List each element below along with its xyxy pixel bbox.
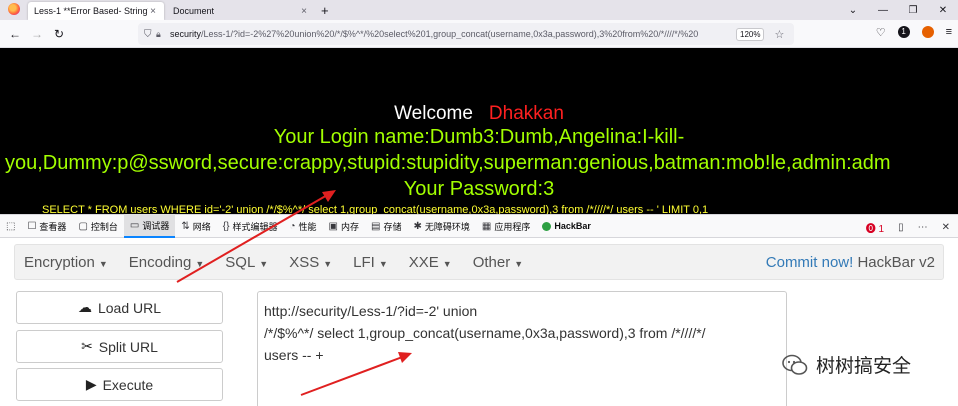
menu-icon[interactable]: ≡	[946, 26, 952, 39]
url-bar[interactable]: ⛉ 🔒︎ security/Less-1/?id=-2%27%20union%2…	[138, 23, 794, 45]
cloud-download-icon: ☁	[77, 299, 92, 315]
accessibility-icon: ✱	[413, 220, 422, 232]
hackbar-icon	[542, 221, 552, 231]
menu-xss[interactable]: XSS ▼	[280, 254, 344, 271]
execute-button[interactable]: ▶ Execute	[16, 368, 223, 401]
tab-hackbar[interactable]: HackBar	[536, 214, 597, 238]
tab-label: Document	[173, 6, 215, 16]
textarea-line: http://security/Less-1/?id=-2' union	[264, 303, 478, 319]
scissors-icon: ✂	[81, 338, 93, 354]
url-text[interactable]: security/Less-1/?id=-2%27%20union%20/*/$…	[170, 29, 730, 39]
style-editor-icon: {}	[222, 220, 230, 232]
caret-down-icon: ▼	[195, 258, 205, 269]
toolbar-icons: ♡ 1 ≡	[876, 26, 952, 39]
wechat-logo-icon	[782, 354, 808, 375]
caret-down-icon: ▼	[323, 258, 333, 269]
bookmark-star-icon[interactable]: ☆	[774, 28, 784, 41]
menu-sql[interactable]: SQL ▼	[216, 254, 280, 271]
sql-query-line: SELECT * FROM users WHERE id='-2' union …	[42, 204, 709, 214]
watermark-text: 树树搞安全	[816, 356, 912, 377]
element-picker-icon[interactable]: ⬚	[0, 214, 21, 238]
firefox-icon[interactable]	[8, 3, 20, 15]
menu-encoding[interactable]: Encoding ▼	[120, 254, 216, 271]
tab-less-1[interactable]: Less-1 **Error Based- String** ×	[28, 2, 164, 20]
tab-storage[interactable]: ▤ 存储	[365, 214, 407, 238]
extension-icon[interactable]	[921, 26, 934, 38]
error-count[interactable]: ⓿ 1	[866, 220, 884, 235]
inspector-icon: ☐	[27, 220, 37, 232]
network-icon: ⇅	[181, 220, 190, 232]
menu-encryption[interactable]: Encryption ▼	[15, 254, 120, 271]
tab-document[interactable]: Document ×	[167, 2, 315, 20]
credentials-line: you,Dummy:p@ssword,secure:crappy,stupid:…	[5, 152, 891, 174]
forward-icon[interactable]: →	[26, 27, 48, 41]
list-all-tabs-icon[interactable]: ⌄	[838, 5, 868, 16]
caret-down-icon: ▼	[98, 258, 108, 269]
login-name-line: Your Login name:Dumb3:Dumb,Angelina:I-ki…	[273, 126, 685, 148]
account-icon[interactable]: 1	[897, 26, 910, 38]
hackbar-version: HackBar v2	[857, 254, 935, 271]
shield-icon[interactable]: ⛉	[144, 29, 156, 40]
caret-down-icon: ▼	[514, 258, 524, 269]
tab-accessibility[interactable]: ✱ 无障碍环境	[407, 214, 475, 238]
tab-application[interactable]: ▦ 应用程序	[476, 214, 536, 238]
page-content: Welcome Dhakkan Your Login name:Dumb3:Dum…	[0, 48, 958, 214]
devtools-toolbar: ⬚ ☐ 查看器 ▢ 控制台 ▭ 调试器 ⇅ 网络 {} 样式编辑器 ◔ 性能 ▣ 内存 ▤ 存储…	[0, 214, 958, 238]
welcome-line: Welcome Dhakkan	[0, 103, 958, 125]
back-icon[interactable]: ←	[4, 27, 26, 41]
hackbar-panel: Encryption ▼ Encoding ▼ SQL ▼ XSS ▼ LFI ▼ XXE…	[0, 238, 958, 406]
pocket-icon[interactable]: ♡	[876, 26, 886, 39]
load-url-button[interactable]: ☁ Load URL	[16, 291, 223, 324]
password-line: Your Password:3	[403, 178, 555, 200]
window-controls: ⌄ — ❐ ✕	[838, 0, 958, 20]
caret-down-icon: ▼	[442, 258, 452, 269]
more-options-icon[interactable]: ⋯	[918, 222, 928, 233]
tab-style-editor[interactable]: {} 样式编辑器	[217, 214, 284, 238]
debugger-icon: ▭	[129, 219, 140, 231]
tab-strip: Less-1 **Error Based- String** × Documen…	[0, 0, 958, 20]
new-tab-button[interactable]: +	[321, 2, 329, 20]
screen: Less-1 **Error Based- String** × Documen…	[0, 0, 958, 406]
menu-other[interactable]: Other ▼	[464, 254, 535, 271]
devtools-controls: ⓿ 1 ▯ ⋯ ✕	[866, 215, 950, 239]
storage-icon: ▤	[371, 220, 381, 232]
menu-lfi[interactable]: LFI ▼	[344, 254, 400, 271]
application-icon: ▦	[481, 220, 492, 232]
caret-down-icon: ▼	[259, 258, 269, 269]
tab-network[interactable]: ⇅ 网络	[175, 214, 216, 238]
close-window-icon[interactable]: ✕	[928, 5, 958, 16]
navigation-bar: ← → ↻ ⛉ 🔒︎ security/Less-1/?id=-2%27%20u…	[0, 20, 958, 48]
close-icon[interactable]: ×	[148, 6, 158, 17]
url-textarea[interactable]: http://security/Less-1/?id=-2' union /*/…	[257, 291, 787, 406]
tab-performance[interactable]: ◔ 性能	[283, 214, 322, 238]
commit-info: Commit now! HackBar v2	[766, 254, 935, 271]
tab-inspector[interactable]: ☐ 查看器	[21, 214, 72, 238]
tab-debugger[interactable]: ▭ 调试器	[123, 214, 176, 238]
watermark: 树树搞安全	[782, 351, 911, 378]
textarea-line: users -- +	[264, 347, 324, 363]
textarea-line: /*/$%^*/ select 1,group_concat(username,…	[264, 325, 706, 341]
tab-label: Less-1 **Error Based- String**	[34, 6, 148, 16]
close-devtools-icon[interactable]: ✕	[942, 222, 950, 233]
close-icon[interactable]: ×	[299, 6, 309, 17]
minimize-icon[interactable]: —	[868, 5, 898, 16]
split-url-button[interactable]: ✂ Split URL	[16, 330, 223, 363]
performance-icon: ◔	[289, 220, 296, 232]
welcome-text: Welcome	[394, 103, 473, 124]
tab-memory[interactable]: ▣ 内存	[323, 214, 365, 238]
restore-icon[interactable]: ❐	[898, 5, 928, 16]
play-icon: ▶	[85, 376, 97, 392]
hackbar-menu: Encryption ▼ Encoding ▼ SQL ▼ XSS ▼ LFI ▼ XXE…	[14, 244, 944, 280]
zoom-badge[interactable]: 120%	[736, 27, 765, 41]
memory-icon: ▣	[328, 220, 338, 232]
tab-console[interactable]: ▢ 控制台	[72, 214, 123, 238]
reload-icon[interactable]: ↻	[48, 27, 70, 41]
user-name: Dhakkan	[488, 103, 564, 124]
menu-xxe[interactable]: XXE ▼	[400, 254, 464, 271]
dock-icon[interactable]: ▯	[898, 222, 904, 233]
commit-link[interactable]: Commit now!	[766, 254, 854, 271]
console-icon: ▢	[78, 220, 88, 232]
caret-down-icon: ▼	[378, 258, 388, 269]
page-info-icon[interactable]: 🔒︎	[156, 29, 170, 40]
